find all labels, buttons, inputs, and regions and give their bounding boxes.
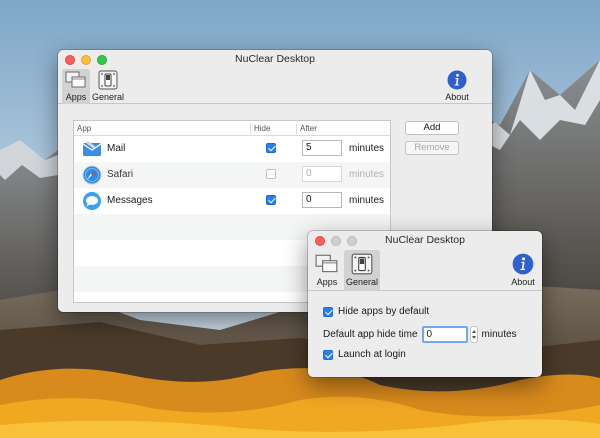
minimize-button[interactable] — [81, 55, 91, 65]
toolbar-tab-apps[interactable]: Apps — [62, 69, 90, 104]
launch-at-login-label: Launch at login — [338, 349, 406, 360]
window-title: NuClear Desktop — [235, 53, 315, 65]
zoom-button[interactable] — [347, 236, 357, 246]
launch-at-login-checkbox[interactable] — [323, 349, 333, 360]
general-switch-icon — [351, 253, 373, 275]
toolbar-apps-label: Apps — [65, 92, 87, 102]
hide-time-stepper[interactable] — [469, 326, 478, 343]
close-button[interactable] — [65, 55, 75, 65]
general-window-toolbar: Apps General About — [308, 250, 542, 291]
toolbar-tab-general[interactable]: General — [344, 250, 380, 291]
after-input-mail[interactable]: 5 — [302, 140, 342, 156]
apps-table-header: App Hide After — [74, 121, 390, 136]
toolbar-tab-apps[interactable]: Apps — [312, 250, 342, 291]
column-header-after[interactable]: After — [300, 124, 317, 133]
remove-button[interactable]: Remove — [405, 141, 459, 155]
minimize-button[interactable] — [331, 236, 341, 246]
toolbar-general-label: General — [345, 277, 379, 287]
toolbar-about-label: About — [511, 277, 535, 287]
hide-by-default-checkbox[interactable] — [323, 306, 333, 317]
table-row-messages[interactable]: Messages 0 minutes — [74, 188, 390, 214]
after-input-safari[interactable]: 0 — [302, 166, 342, 182]
window-title: NuClear Desktop — [385, 234, 465, 246]
toolbar-general-label: General — [92, 92, 125, 102]
zoom-button[interactable] — [97, 55, 107, 65]
launch-at-login-option[interactable]: Launch at login — [323, 349, 406, 360]
toolbar-about[interactable]: About — [508, 250, 538, 291]
hide-by-default-option[interactable]: Hide apps by default — [323, 306, 429, 317]
main-window-titlebar[interactable]: NuClear Desktop — [58, 50, 492, 69]
app-name-safari: Safari — [107, 169, 134, 180]
hide-by-default-label: Hide apps by default — [338, 306, 430, 317]
hide-time-option: Default app hide time 0 minutes — [323, 326, 517, 343]
info-icon — [512, 253, 534, 275]
main-window-toolbar: Apps General About — [58, 69, 492, 104]
safari-icon — [82, 165, 102, 185]
after-unit-messages: minutes — [349, 195, 385, 206]
column-header-hide[interactable]: Hide — [254, 124, 270, 133]
toolbar-about[interactable]: About — [442, 69, 472, 104]
hide-checkbox-messages[interactable] — [266, 195, 276, 205]
general-preferences-window: NuClear Desktop Apps General About Hide … — [308, 231, 542, 377]
hide-time-label: Default app hide time — [323, 329, 418, 340]
messages-icon — [83, 192, 101, 210]
hide-time-input[interactable]: 0 — [421, 326, 468, 343]
toolbar-about-label: About — [445, 92, 469, 102]
app-name-messages: Messages — [107, 195, 153, 206]
toolbar-apps-label: Apps — [316, 277, 338, 287]
apps-icon — [315, 254, 338, 273]
toolbar-tab-general[interactable]: General — [92, 69, 124, 104]
info-icon — [447, 70, 467, 90]
mail-icon — [82, 141, 102, 156]
after-unit-safari: minutes — [349, 169, 385, 180]
table-row-safari[interactable]: Safari 0 minutes — [74, 162, 390, 188]
hide-checkbox-mail[interactable] — [266, 143, 276, 153]
add-button[interactable]: Add — [405, 121, 459, 135]
hide-checkbox-safari[interactable] — [266, 169, 276, 179]
table-row-mail[interactable]: Mail 5 minutes — [74, 136, 390, 162]
general-window-titlebar[interactable]: NuClear Desktop — [308, 231, 542, 250]
app-name-mail: Mail — [107, 143, 126, 154]
after-input-messages[interactable]: 0 — [302, 192, 342, 208]
column-header-app[interactable]: App — [77, 124, 91, 133]
general-switch-icon — [98, 70, 118, 90]
hide-time-unit: minutes — [481, 329, 517, 340]
after-unit-mail: minutes — [349, 143, 385, 154]
close-button[interactable] — [315, 236, 325, 246]
apps-icon — [65, 71, 86, 88]
